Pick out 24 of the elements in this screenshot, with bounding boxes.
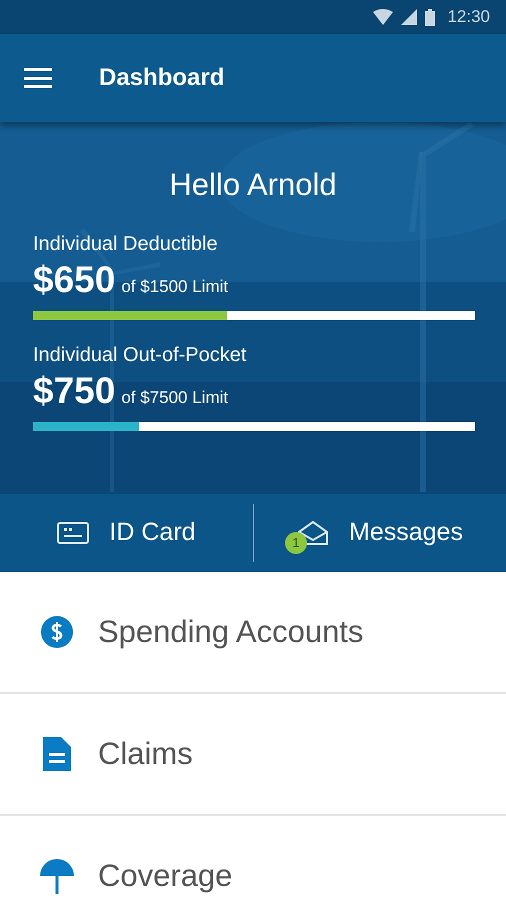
amount: $650 [33, 258, 116, 302]
action-button[interactable]: 1 Messages [254, 503, 506, 563]
amount: $750 [33, 368, 116, 413]
menu-item[interactable]: Coverage [0, 816, 506, 900]
envelope-icon [297, 520, 330, 546]
greeting: Hello Arnold [169, 166, 337, 204]
id-card-icon [57, 522, 90, 544]
dollar-icon [40, 615, 74, 649]
app-title: Dashboard [99, 63, 224, 93]
wifi-icon [373, 9, 394, 25]
menu-item[interactable]: Spending Accounts [0, 572, 506, 694]
menu-icon[interactable] [24, 68, 52, 88]
limit-text: of $1500 Limit [121, 276, 228, 298]
action-button[interactable]: ID Card [0, 503, 253, 563]
clock-time: 12:30 [447, 6, 490, 28]
document-icon [43, 737, 71, 771]
umbrella-icon [39, 858, 75, 894]
meter-label: Individual Out-of-Pocket [33, 342, 248, 368]
menu-item[interactable]: Claims [0, 694, 506, 816]
count-badge: 1 [285, 532, 308, 554]
battery-icon [425, 8, 436, 26]
signal-icon [401, 9, 418, 25]
limit-text: of $7500 Limit [121, 386, 228, 409]
meter-label: Individual Deductible [33, 232, 219, 256]
